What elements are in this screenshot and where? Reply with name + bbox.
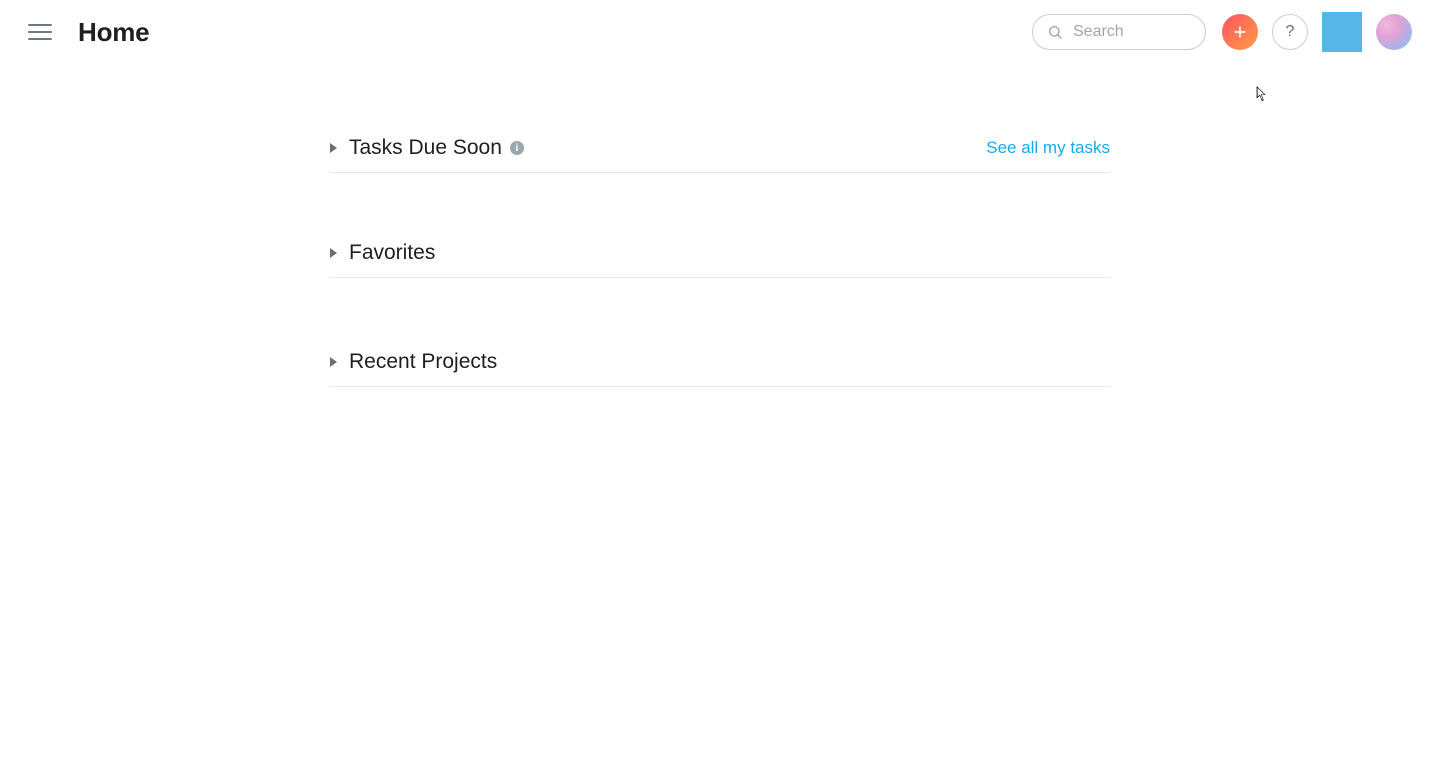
page-title: Home	[78, 17, 149, 48]
question-mark-icon: ?	[1286, 23, 1295, 41]
section-favorites: Favorites	[330, 241, 1110, 278]
see-all-tasks-link[interactable]: See all my tasks	[986, 138, 1110, 158]
search-input[interactable]	[1073, 23, 1191, 41]
section-title: Recent Projects	[349, 350, 497, 374]
section-tasks-due-soon: Tasks Due Soon i See all my tasks	[330, 136, 1110, 173]
section-title: Tasks Due Soon	[349, 136, 502, 160]
user-avatar[interactable]	[1376, 14, 1412, 50]
chevron-right-icon[interactable]	[330, 248, 337, 258]
section-header: Favorites	[330, 241, 1110, 265]
topbar: Home ?	[0, 0, 1440, 64]
section-title: Favorites	[349, 241, 435, 265]
section-header: Tasks Due Soon i See all my tasks	[330, 136, 1110, 160]
search-icon	[1047, 24, 1063, 40]
chevron-right-icon[interactable]	[330, 143, 337, 153]
plus-icon	[1232, 24, 1248, 40]
menu-icon[interactable]	[28, 20, 52, 44]
add-button[interactable]	[1222, 14, 1258, 50]
section-header: Recent Projects	[330, 350, 1110, 374]
workspace-avatar[interactable]	[1322, 12, 1362, 52]
chevron-right-icon[interactable]	[330, 357, 337, 367]
section-recent-projects: Recent Projects	[330, 350, 1110, 387]
help-button[interactable]: ?	[1272, 14, 1308, 50]
main-content: Tasks Due Soon i See all my tasks Favori…	[330, 136, 1110, 387]
cursor-icon	[1256, 86, 1268, 102]
search-box[interactable]	[1032, 14, 1206, 50]
info-icon[interactable]: i	[510, 141, 524, 155]
